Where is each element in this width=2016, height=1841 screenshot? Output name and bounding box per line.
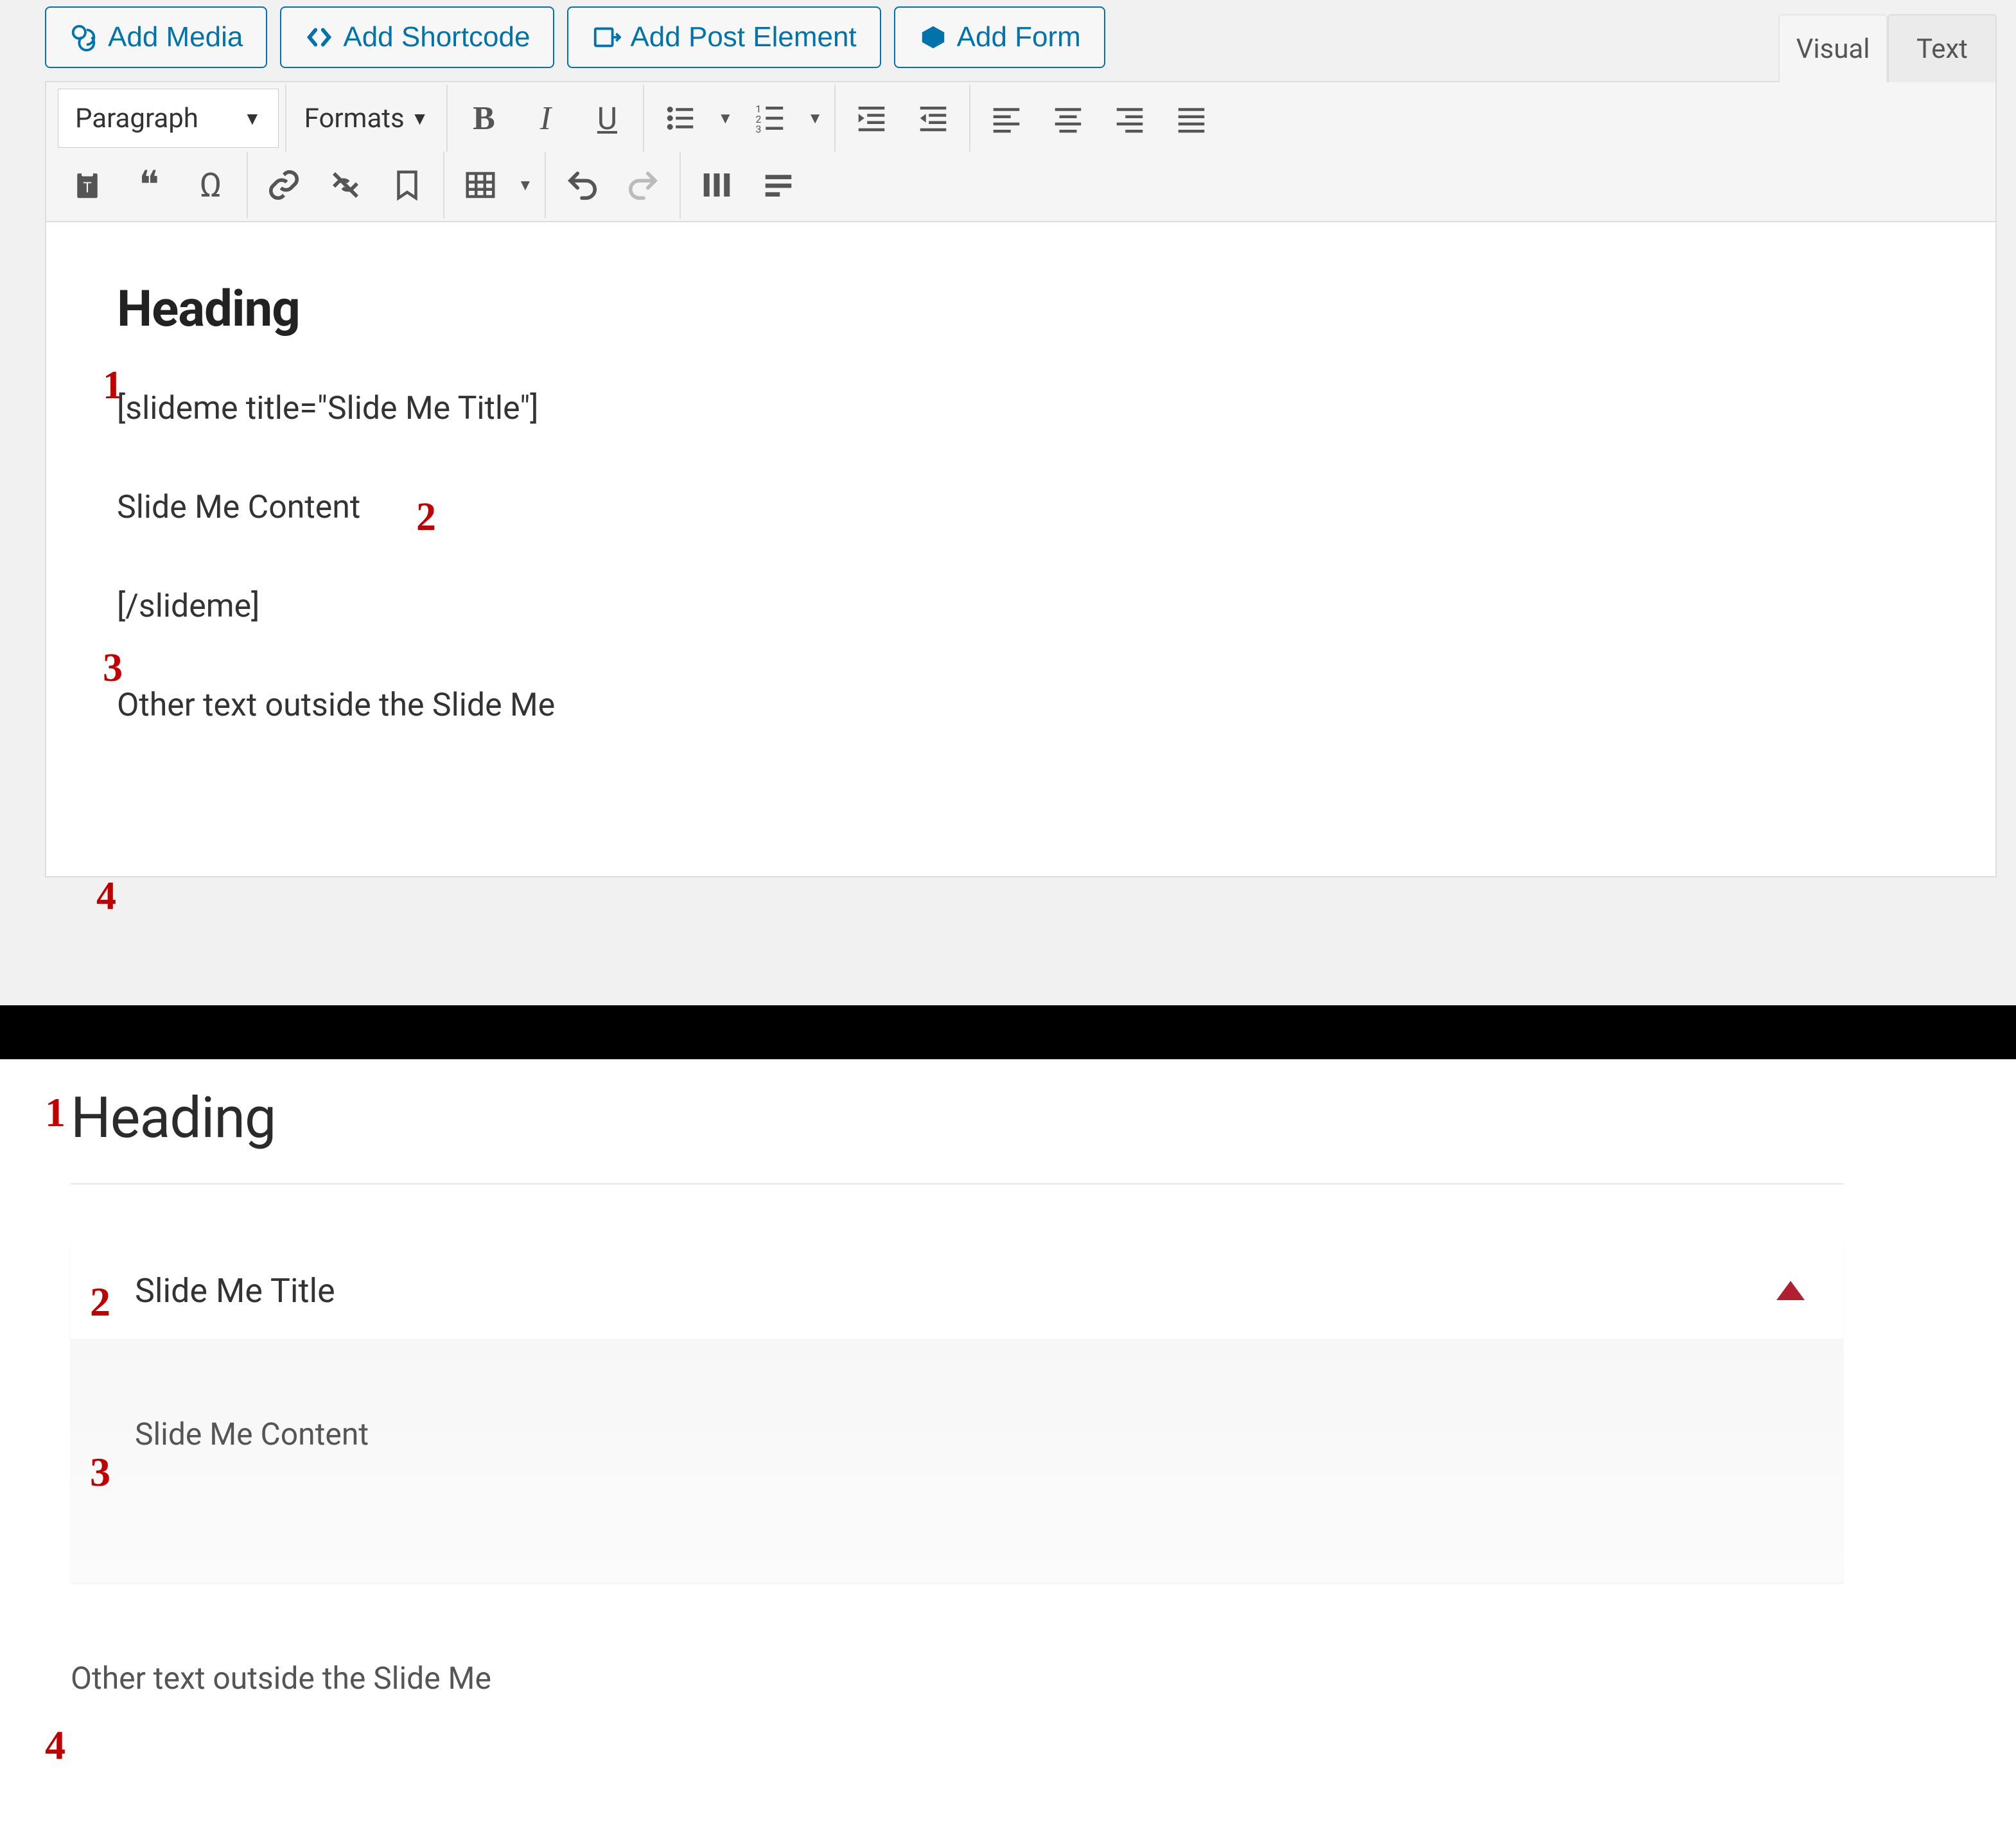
annotation-4-bottom: 4	[45, 1722, 66, 1769]
chevron-down-icon: ▼	[243, 108, 261, 129]
special-char-button[interactable]: Ω	[181, 155, 240, 215]
content-shortcode-close: [/slideme]	[117, 588, 1957, 625]
heading-divider	[71, 1183, 1843, 1185]
annotation-1-bottom: 1	[45, 1089, 66, 1136]
anchor-button[interactable]	[378, 155, 437, 215]
slideme-accordion: Slide Me Title Slide Me Content	[71, 1242, 1843, 1583]
editor-content-area[interactable]: Heading [slideme title="Slide Me Title"]…	[45, 222, 1997, 877]
add-shortcode-button[interactable]: Add Shortcode	[280, 6, 554, 68]
numbered-list-button[interactable]: 123	[741, 89, 800, 148]
editor-mode-tabs: Visual Text	[1778, 14, 1997, 82]
table-button[interactable]	[451, 155, 510, 215]
media-icon	[69, 22, 99, 52]
unlink-button[interactable]	[316, 155, 375, 215]
shortcode-icon	[304, 22, 334, 52]
content-heading: Heading	[117, 280, 1957, 339]
undo-button[interactable]	[552, 155, 611, 215]
annotation-4-top: 4	[96, 874, 116, 919]
post-element-icon	[592, 22, 621, 52]
redo-button[interactable]	[614, 155, 673, 215]
italic-button[interactable]: I	[516, 89, 575, 148]
annotation-1-top: 1	[103, 363, 123, 409]
bold-button[interactable]: B	[454, 89, 513, 148]
columns-button[interactable]	[687, 155, 746, 215]
slideme-body: Slide Me Content	[71, 1339, 1843, 1583]
align-justify-button[interactable]	[1162, 89, 1221, 148]
svg-text:T: T	[83, 179, 91, 196]
add-post-element-button[interactable]: Add Post Element	[567, 6, 881, 68]
tab-visual[interactable]: Visual	[1778, 14, 1888, 82]
add-form-label: Add Form	[957, 21, 1081, 53]
slideme-body-text: Slide Me Content	[135, 1416, 1779, 1452]
preview-heading: Heading	[71, 1085, 1965, 1177]
bullet-list-button[interactable]	[651, 89, 710, 148]
editor-panel: Add Media Add Shortcode	[0, 0, 2016, 1012]
align-right-button[interactable]	[1100, 89, 1159, 148]
add-shortcode-label: Add Shortcode	[343, 21, 530, 53]
link-button[interactable]	[254, 155, 313, 215]
content-outside-text: Other text outside the Slide Me	[117, 687, 1957, 724]
formats-select[interactable]: Formats ▼	[293, 89, 441, 148]
collapse-arrow-icon	[1776, 1281, 1805, 1300]
add-media-label: Add Media	[108, 21, 243, 53]
tab-text-label: Text	[1916, 33, 1968, 65]
align-left-button[interactable]	[977, 89, 1036, 148]
media-button-row: Add Media Add Shortcode	[45, 0, 1997, 77]
annotation-3-top: 3	[103, 646, 123, 691]
content-shortcode-open: [slideme title="Slide Me Title"]	[117, 390, 1957, 427]
chevron-down-icon: ▼	[411, 108, 429, 129]
blockquote-button[interactable]: ❝	[119, 155, 179, 215]
add-post-element-label: Add Post Element	[630, 21, 856, 53]
content-slide-body: Slide Me Content	[117, 489, 1957, 526]
panel-divider	[0, 1005, 2016, 1059]
chevron-down-icon[interactable]: ▼	[802, 109, 828, 128]
paste-text-button[interactable]: T	[58, 155, 117, 215]
chevron-down-icon[interactable]: ▼	[513, 176, 538, 195]
formats-label: Formats	[304, 103, 405, 134]
indent-button[interactable]	[904, 89, 963, 148]
block-format-select[interactable]: Paragraph ▼	[58, 89, 279, 148]
block-format-label: Paragraph	[75, 103, 198, 134]
preview-panel: Heading Slide Me Title Slide Me Content …	[0, 1059, 2016, 1696]
underline-button[interactable]: U	[577, 89, 636, 148]
annotation-2-top: 2	[416, 495, 436, 540]
align-center-button[interactable]	[1039, 89, 1098, 148]
outdent-button[interactable]	[842, 89, 901, 148]
chevron-down-icon[interactable]: ▼	[712, 109, 738, 128]
svg-text:3: 3	[756, 123, 762, 136]
annotation-3-bottom: 3	[90, 1449, 110, 1496]
slideme-title: Slide Me Title	[135, 1271, 335, 1310]
toolbar-toggle-button[interactable]	[749, 155, 808, 215]
annotation-2-bottom: 2	[90, 1278, 110, 1326]
tab-visual-label: Visual	[1796, 33, 1870, 65]
add-form-button[interactable]: Add Form	[894, 6, 1105, 68]
editor-toolbar: Paragraph ▼ Formats ▼ B I U	[45, 81, 1997, 222]
add-media-button[interactable]: Add Media	[45, 6, 267, 68]
form-icon	[918, 22, 948, 52]
preview-outside-text: Other text outside the Slide Me	[71, 1660, 1965, 1696]
tab-text[interactable]: Text	[1888, 14, 1997, 82]
slideme-header[interactable]: Slide Me Title	[71, 1242, 1843, 1339]
